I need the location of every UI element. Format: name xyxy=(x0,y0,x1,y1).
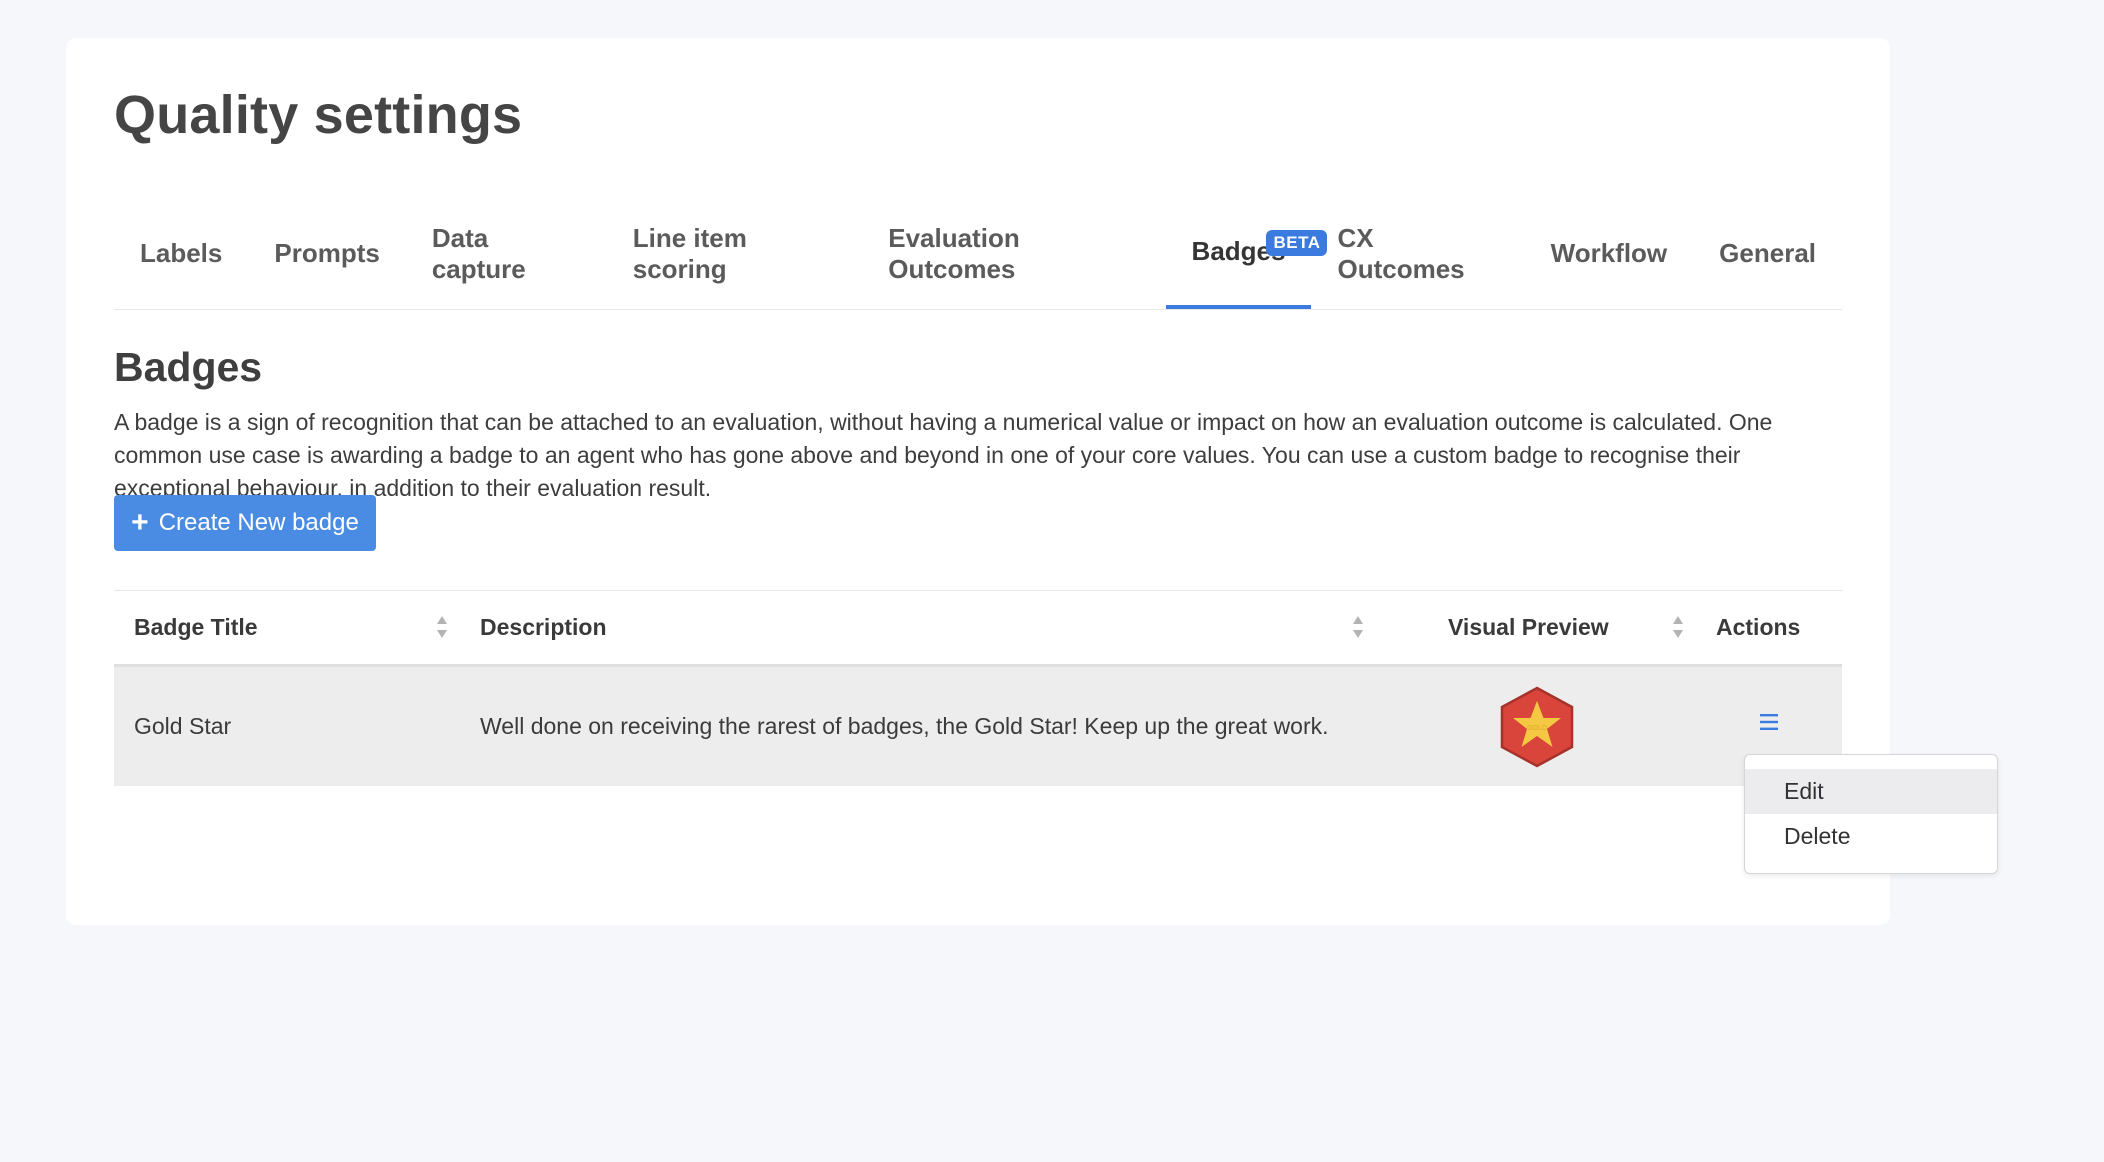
section-description: A badge is a sign of recognition that ca… xyxy=(114,409,1773,501)
tab-label: Data capture xyxy=(431,222,526,284)
header-label: Actions xyxy=(1716,614,1801,640)
tab-line-item-scoring[interactable]: Line item scoring xyxy=(607,198,863,309)
header-label: Description xyxy=(480,614,607,640)
tab-general[interactable]: General xyxy=(1693,198,1842,309)
tab-label: Line item scoring xyxy=(632,222,747,284)
section-title: Badges xyxy=(114,344,263,390)
menu-item-edit[interactable]: Edit xyxy=(1745,769,1997,814)
menu-item-delete[interactable]: Delete xyxy=(1745,814,1997,859)
sort-icon[interactable] xyxy=(1672,615,1684,639)
tab-label: Evaluation Outcomes xyxy=(888,222,1020,284)
header-label: Badge Title xyxy=(134,614,258,640)
table-header: Badge Title Description Visual Preview A… xyxy=(114,590,1842,667)
cell-badge-title: Gold Star xyxy=(134,713,232,739)
page-title: Quality settings xyxy=(114,85,523,145)
header-description: Description xyxy=(480,591,607,664)
create-button-label: Create New badge xyxy=(158,509,359,536)
tab-badges[interactable]: Badges BETA xyxy=(1165,198,1328,309)
tab-evaluation-outcomes[interactable]: Evaluation Outcomes xyxy=(862,198,1165,309)
tab-cx-outcomes[interactable]: CX Outcomes xyxy=(1311,198,1524,309)
tab-label: CX Outcomes xyxy=(1337,222,1465,284)
sort-icon[interactable] xyxy=(1352,615,1364,639)
actions-dropdown-menu: Edit Delete xyxy=(1744,754,1998,874)
tab-label: General xyxy=(1719,238,1816,268)
hamburger-menu-icon[interactable] xyxy=(1758,711,1780,733)
tab-label: Prompts xyxy=(274,238,380,268)
badges-table: Badge Title Description Visual Preview A… xyxy=(114,590,1842,786)
tab-labels[interactable]: Labels xyxy=(114,198,248,309)
header-badge-title: Badge Title xyxy=(134,591,258,664)
header-visual-preview: Visual Preview xyxy=(1448,591,1609,664)
plus-icon: + xyxy=(131,506,149,539)
settings-tabs: Labels Prompts Data capture Line item sc… xyxy=(114,198,1842,310)
header-label: Visual Preview xyxy=(1448,614,1609,640)
settings-card: Quality settings Labels Prompts Data cap… xyxy=(66,38,1890,925)
tab-label: Labels xyxy=(140,238,223,268)
table-row: Gold Star Well done on receiving the rar… xyxy=(114,667,1842,786)
sort-icon[interactable] xyxy=(436,615,448,639)
tab-label: Workflow xyxy=(1550,238,1668,268)
gold-star-hexagon-icon: GOLD xyxy=(1500,686,1574,767)
tab-data-capture[interactable]: Data capture xyxy=(406,198,607,309)
tab-workflow[interactable]: Workflow xyxy=(1525,198,1694,309)
create-new-badge-button[interactable]: + Create New badge xyxy=(114,495,376,551)
cell-description: Well done on receiving the rarest of bad… xyxy=(480,713,1329,739)
header-actions: Actions xyxy=(1716,591,1800,664)
badge-preview-text: GOLD xyxy=(1527,725,1547,732)
cell-visual-preview: GOLD xyxy=(1500,667,1574,786)
tab-prompts[interactable]: Prompts xyxy=(248,198,405,309)
